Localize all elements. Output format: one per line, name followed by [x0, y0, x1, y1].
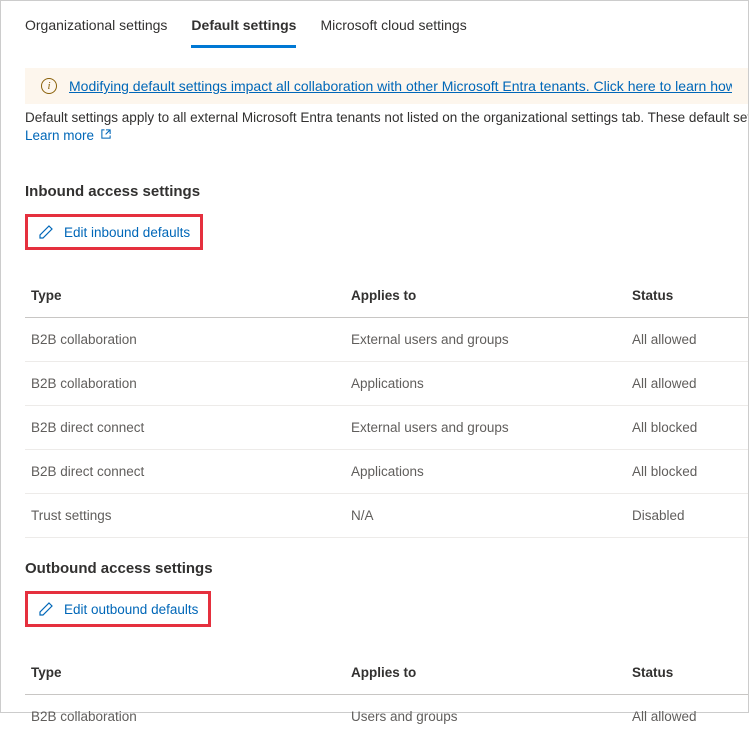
outbound-header: Outbound access settings: [25, 560, 748, 577]
col-type: Type: [31, 665, 351, 680]
cell-type: B2B collaboration: [31, 376, 351, 391]
tab-microsoft-cloud-settings[interactable]: Microsoft cloud settings: [320, 17, 466, 48]
info-banner-link[interactable]: Modifying default settings impact all co…: [69, 78, 732, 94]
outbound-table-header: Type Applies to Status: [25, 651, 748, 695]
pencil-icon: [38, 601, 54, 617]
cell-applies: N/A: [351, 508, 632, 523]
cell-type: Trust settings: [31, 508, 351, 523]
col-type: Type: [31, 288, 351, 303]
edit-outbound-label: Edit outbound defaults: [64, 602, 198, 617]
table-row: B2B direct connect External users and gr…: [25, 406, 748, 450]
edit-inbound-defaults-button[interactable]: Edit inbound defaults: [25, 214, 203, 250]
table-row: B2B collaboration Applications All allow…: [25, 362, 748, 406]
table-row: B2B direct connect Applications All bloc…: [25, 450, 748, 494]
tabs-bar: Organizational settings Default settings…: [1, 1, 748, 48]
outbound-table: Type Applies to Status B2B collaboration…: [25, 651, 748, 738]
info-icon: i: [41, 78, 57, 94]
external-link-icon: [100, 128, 112, 143]
cell-applies: Applications: [351, 376, 632, 391]
cell-status: All blocked: [632, 464, 742, 479]
edit-inbound-label: Edit inbound defaults: [64, 225, 190, 240]
col-applies: Applies to: [351, 665, 632, 680]
inbound-table: Type Applies to Status B2B collaboration…: [25, 274, 748, 538]
table-row: B2B collaboration External users and gro…: [25, 318, 748, 362]
cell-applies: Users and groups: [351, 709, 632, 724]
col-status: Status: [632, 288, 742, 303]
info-banner: i Modifying default settings impact all …: [25, 68, 748, 104]
cell-type: B2B collaboration: [31, 709, 351, 724]
table-row: B2B collaboration Users and groups All a…: [25, 695, 748, 738]
inbound-section: Inbound access settings Edit inbound def…: [25, 183, 748, 538]
description-text: Default settings apply to all external M…: [25, 110, 748, 125]
inbound-header: Inbound access settings: [25, 183, 748, 200]
pencil-icon: [38, 224, 54, 240]
edit-outbound-defaults-button[interactable]: Edit outbound defaults: [25, 591, 211, 627]
learn-more-label: Learn more: [25, 128, 94, 143]
cell-status: All allowed: [632, 332, 742, 347]
cell-type: B2B collaboration: [31, 332, 351, 347]
table-row: Trust settings N/A Disabled: [25, 494, 748, 538]
tab-organizational-settings[interactable]: Organizational settings: [25, 17, 167, 48]
cell-type: B2B direct connect: [31, 420, 351, 435]
cell-type: B2B direct connect: [31, 464, 351, 479]
cell-status: Disabled: [632, 508, 742, 523]
outbound-section: Outbound access settings Edit outbound d…: [25, 560, 748, 738]
cell-applies: External users and groups: [351, 420, 632, 435]
col-status: Status: [632, 665, 742, 680]
cell-status: All blocked: [632, 420, 742, 435]
cell-status: All allowed: [632, 376, 742, 391]
cell-status: All allowed: [632, 709, 742, 724]
inbound-table-header: Type Applies to Status: [25, 274, 748, 318]
col-applies: Applies to: [351, 288, 632, 303]
tab-default-settings[interactable]: Default settings: [191, 17, 296, 48]
cell-applies: Applications: [351, 464, 632, 479]
cell-applies: External users and groups: [351, 332, 632, 347]
learn-more-link[interactable]: Learn more: [25, 128, 112, 143]
